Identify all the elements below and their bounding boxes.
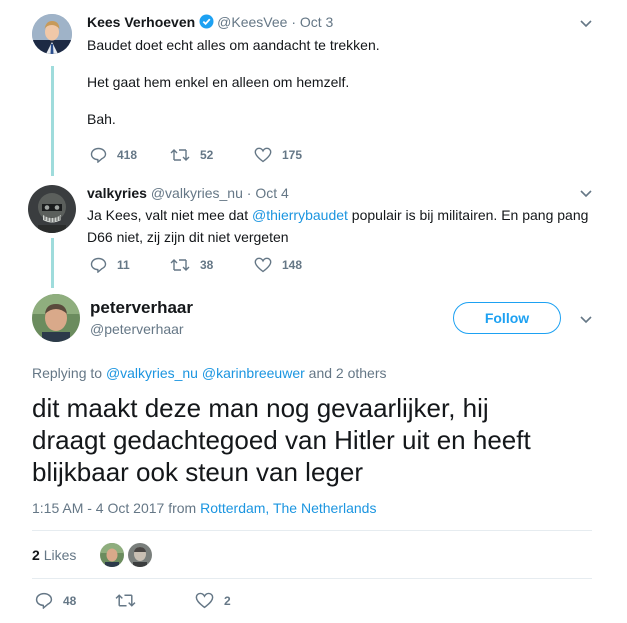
replying-to: Replying to @valkyries_nu @karinbreeuwer… xyxy=(32,362,387,384)
tweet2-text: Ja Kees, valt niet mee dat @thierrybaude… xyxy=(87,204,588,248)
tweet1-handle[interactable]: @KeesVee xyxy=(217,14,287,30)
reply-button[interactable]: 11 xyxy=(90,257,170,273)
reply-icon xyxy=(90,147,107,163)
main-name-block: peterverhaar @peterverhaar xyxy=(90,298,193,337)
retweet-button[interactable]: 38 xyxy=(170,257,254,273)
reply-count: 11 xyxy=(117,258,130,272)
tweet2-actions: 11 38 148 xyxy=(90,257,302,273)
main-text-line: draagt gedachtegoed van Hitler uit en he… xyxy=(32,425,531,455)
mention-link[interactable]: @thierrybaudet xyxy=(252,207,348,223)
tweet2-handle[interactable]: @valkyries_nu xyxy=(151,185,243,201)
liker-avatar[interactable] xyxy=(100,543,124,567)
tweet2-line: Ja Kees, valt niet mee dat @thierrybaude… xyxy=(87,204,588,226)
tweet1-text: Baudet doet echt alles om aandacht te tr… xyxy=(87,34,380,130)
reply-button[interactable]: 48 xyxy=(35,592,115,609)
tweet2-header: valkyries @valkyries_nu · Oct 4 xyxy=(87,185,289,201)
main-handle[interactable]: @peterverhaar xyxy=(90,321,193,337)
liker-avatar[interactable] xyxy=(128,543,152,567)
heart-icon xyxy=(254,147,272,163)
main-actions: 48 2 xyxy=(35,592,231,609)
likes-label[interactable]: Likes xyxy=(44,547,77,563)
tweet1-name[interactable]: Kees Verhoeven xyxy=(87,14,195,30)
retweet-icon xyxy=(115,594,136,607)
avatar-valkyries[interactable] xyxy=(28,185,76,233)
tweet1-line: Het gaat hem enkel en alleen om hemzelf. xyxy=(87,74,350,90)
replying-prefix: Replying to xyxy=(32,365,106,381)
divider xyxy=(32,578,592,579)
thread-line xyxy=(51,238,54,288)
tweet2-name[interactable]: valkyries xyxy=(87,185,147,201)
timestamp[interactable]: 1:15 AM - 4 Oct 2017 xyxy=(32,500,164,516)
likes-count[interactable]: 2 xyxy=(32,547,40,563)
reply-button[interactable]: 418 xyxy=(90,147,170,163)
main-name[interactable]: peterverhaar xyxy=(90,298,193,318)
chevron-down-icon[interactable] xyxy=(579,189,593,199)
tweet2-line: D66 niet, zij zijn dit niet vergeten xyxy=(87,229,289,245)
avatar-peterverhaar[interactable] xyxy=(32,294,80,342)
from-label: from xyxy=(168,500,197,516)
like-button[interactable]: 148 xyxy=(254,257,302,273)
retweet-icon xyxy=(170,259,190,271)
tweet1-header: Kees Verhoeven @KeesVee · Oct 3 xyxy=(87,14,334,32)
thread-line xyxy=(51,66,54,176)
avatar-kees[interactable] xyxy=(32,14,72,54)
chevron-down-icon[interactable] xyxy=(579,19,593,29)
mention-link[interactable]: @karinbreeuwer xyxy=(202,365,305,381)
heart-icon xyxy=(195,592,214,609)
tweet2-text-part: populair is bij militairen. En pang pang xyxy=(347,207,589,223)
likes-row: 2 Likes xyxy=(32,543,76,567)
main-text-line: dit maakt deze man nog gevaarlijker, hij xyxy=(32,393,489,423)
tweet2-text-part: Ja Kees, valt niet mee dat xyxy=(87,207,252,223)
retweet-button[interactable]: 52 xyxy=(170,147,254,163)
heart-icon xyxy=(254,257,272,273)
tweet1-line: Baudet doet echt alles om aandacht te tr… xyxy=(87,37,380,53)
mention-link[interactable]: @valkyries_nu xyxy=(106,365,198,381)
main-tweet-text: dit maakt deze man nog gevaarlijker, hij… xyxy=(32,392,531,488)
chevron-down-icon[interactable] xyxy=(579,315,593,325)
like-count: 148 xyxy=(282,258,303,272)
retweet-button[interactable] xyxy=(115,592,195,609)
main-text-line: blijkbaar ook steun van leger xyxy=(32,457,363,487)
reply-count: 418 xyxy=(117,148,138,162)
tweet1-date[interactable]: Oct 3 xyxy=(300,14,333,30)
like-button[interactable]: 175 xyxy=(254,147,302,163)
like-count: 175 xyxy=(282,148,303,162)
location-link[interactable]: Rotterdam, The Netherlands xyxy=(200,500,376,516)
replying-suffix[interactable]: and 2 others xyxy=(305,365,387,381)
retweet-count: 38 xyxy=(200,258,214,272)
verified-badge-icon xyxy=(199,14,214,32)
reply-icon xyxy=(35,592,53,609)
follow-button[interactable]: Follow xyxy=(453,302,561,334)
tweet2-date[interactable]: Oct 4 xyxy=(255,185,288,201)
tweet1-actions: 418 52 175 xyxy=(90,147,302,163)
retweet-count: 52 xyxy=(200,148,214,162)
reply-count: 48 xyxy=(63,593,77,608)
divider xyxy=(32,530,592,531)
like-button[interactable]: 2 xyxy=(195,592,231,609)
timestamp-row: 1:15 AM - 4 Oct 2017 from Rotterdam, The… xyxy=(32,497,376,519)
tweet1-line: Bah. xyxy=(87,111,116,127)
reply-icon xyxy=(90,257,107,273)
like-count: 2 xyxy=(224,593,231,608)
retweet-icon xyxy=(170,149,190,161)
